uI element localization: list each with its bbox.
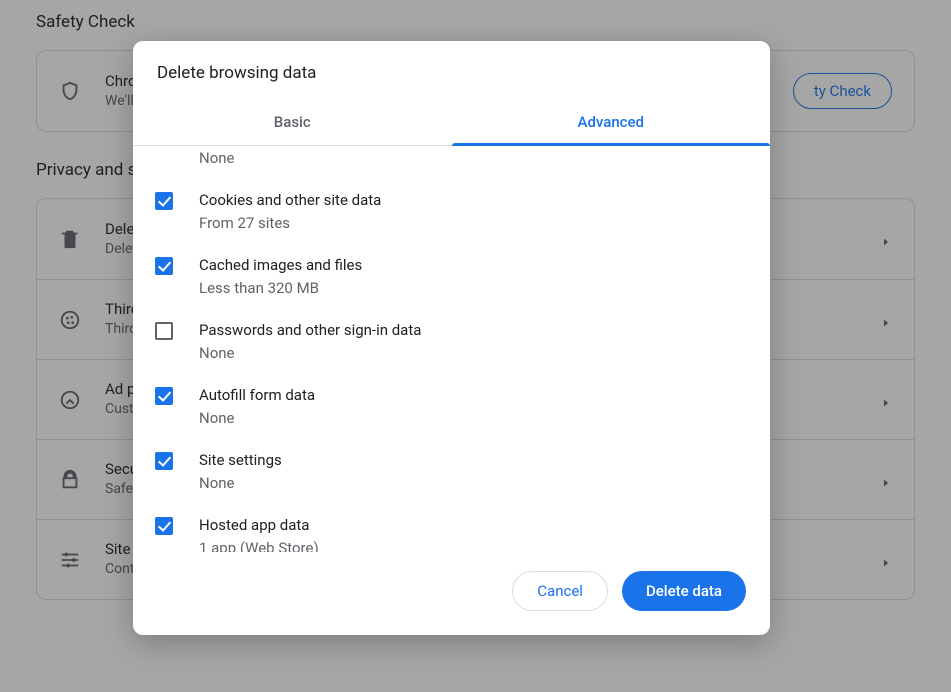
option-row[interactable]: Download historyNone (133, 146, 770, 179)
option-subtitle: None (199, 147, 746, 170)
dialog-tabs: Basic Advanced (133, 101, 770, 146)
option-subtitle: From 27 sites (199, 212, 746, 235)
dialog-options-list[interactable]: Download historyNoneCookies and other si… (133, 146, 770, 552)
option-row[interactable]: Cached images and filesLess than 320 MB (133, 244, 770, 309)
cancel-button[interactable]: Cancel (512, 571, 608, 611)
checkbox[interactable] (155, 517, 173, 535)
option-row[interactable]: Hosted app data1 app (Web Store) (133, 504, 770, 552)
option-subtitle: 1 app (Web Store) (199, 537, 746, 553)
option-subtitle: Less than 320 MB (199, 277, 746, 300)
option-title: Cookies and other site data (199, 189, 746, 212)
checkbox[interactable] (155, 257, 173, 275)
dialog-footer: Cancel Delete data (133, 552, 770, 635)
option-row[interactable]: Site settingsNone (133, 439, 770, 504)
option-title: Cached images and files (199, 254, 746, 277)
checkbox[interactable] (155, 192, 173, 210)
tab-basic[interactable]: Basic (133, 101, 452, 145)
option-subtitle: None (199, 407, 746, 430)
option-title: Hosted app data (199, 514, 746, 537)
option-title: Site settings (199, 449, 746, 472)
checkbox[interactable] (155, 452, 173, 470)
option-title: Autofill form data (199, 384, 746, 407)
option-subtitle: None (199, 472, 746, 495)
option-row[interactable]: Passwords and other sign-in dataNone (133, 309, 770, 374)
option-row[interactable]: Autofill form dataNone (133, 374, 770, 439)
delete-data-button[interactable]: Delete data (622, 571, 746, 611)
option-row[interactable]: Cookies and other site dataFrom 27 sites (133, 179, 770, 244)
tab-advanced[interactable]: Advanced (452, 101, 771, 145)
option-subtitle: None (199, 342, 746, 365)
delete-browsing-data-dialog: Delete browsing data Basic Advanced Down… (133, 41, 770, 635)
dialog-title: Delete browsing data (133, 41, 770, 101)
option-title: Passwords and other sign-in data (199, 319, 746, 342)
checkbox[interactable] (155, 322, 173, 340)
checkbox[interactable] (155, 387, 173, 405)
